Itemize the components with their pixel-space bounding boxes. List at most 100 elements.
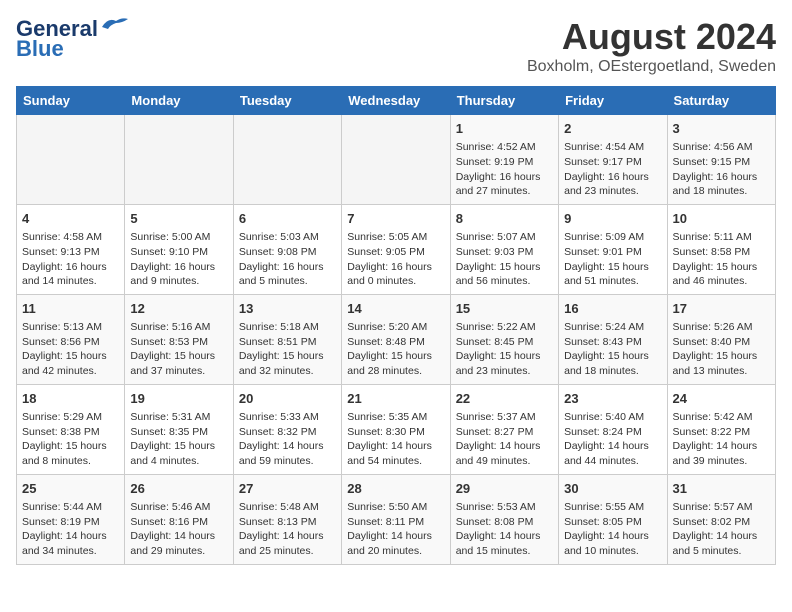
calendar-header-row: SundayMondayTuesdayWednesdayThursdayFrid… (17, 87, 776, 115)
day-info: Sunset: 8:51 PM (239, 335, 336, 350)
day-info: Sunrise: 5:16 AM (130, 320, 227, 335)
day-number: 3 (673, 120, 770, 138)
day-number: 5 (130, 210, 227, 228)
day-info: Daylight: 14 hours and 29 minutes. (130, 529, 227, 558)
day-info: Daylight: 16 hours and 23 minutes. (564, 170, 661, 199)
day-info: Sunset: 8:53 PM (130, 335, 227, 350)
day-info: Sunset: 9:08 PM (239, 245, 336, 260)
day-info: Daylight: 15 hours and 4 minutes. (130, 439, 227, 468)
header-day: Tuesday (233, 87, 341, 115)
day-info: Sunrise: 5:40 AM (564, 410, 661, 425)
day-info: Sunset: 9:13 PM (22, 245, 119, 260)
day-info: Sunrise: 5:37 AM (456, 410, 553, 425)
day-info: Sunset: 9:01 PM (564, 245, 661, 260)
title-area: August 2024 Boxholm, OEstergoetland, Swe… (527, 16, 776, 76)
day-info: Daylight: 15 hours and 46 minutes. (673, 260, 770, 289)
calendar-cell: 16 Sunrise: 5:24 AMSunset: 8:43 PMDayligh… (559, 294, 667, 384)
header-day: Sunday (17, 87, 125, 115)
calendar-week-row: 4Sunrise: 4:58 AMSunset: 9:13 PMDaylight… (17, 204, 776, 294)
day-info: Sunrise: 5:24 AM (564, 320, 661, 335)
day-info: Sunrise: 5:11 AM (673, 230, 770, 245)
calendar-cell: 27Sunrise: 5:48 AMSunset: 8:13 PMDayligh… (233, 474, 341, 564)
calendar-cell: 15Sunrise: 5:22 AMSunset: 8:45 PMDayligh… (450, 294, 558, 384)
day-info: Sunset: 8:27 PM (456, 425, 553, 440)
calendar-cell: 18 Sunrise: 5:29 AMSunset: 8:38 PMDayligh… (17, 384, 125, 474)
day-info: Daylight: 15 hours and 51 minutes. (564, 260, 661, 289)
header-day: Saturday (667, 87, 775, 115)
day-info: Daylight: 16 hours and 5 minutes. (239, 260, 336, 289)
day-info: Sunset: 8:38 PM (22, 425, 119, 440)
day-info: Sunrise: 5:57 AM (673, 500, 770, 515)
day-info: Daylight: 16 hours and 14 minutes. (22, 260, 119, 289)
day-info: Daylight: 16 hours and 27 minutes. (456, 170, 553, 199)
day-info: Sunrise: 5:03 AM (239, 230, 336, 245)
calendar-cell: 12Sunrise: 5:16 AMSunset: 8:53 PMDayligh… (125, 294, 233, 384)
day-info: Daylight: 15 hours and 13 minutes. (673, 349, 770, 378)
day-info: Sunrise: 5:29 AM (22, 410, 119, 425)
day-number: 4 (22, 210, 119, 228)
calendar-cell: 31Sunrise: 5:57 AMSunset: 8:02 PMDayligh… (667, 474, 775, 564)
calendar-cell: 29Sunrise: 5:53 AMSunset: 8:08 PMDayligh… (450, 474, 558, 564)
day-number: 7 (347, 210, 444, 228)
calendar-cell: 11Sunrise: 5:13 AMSunset: 8:56 PMDayligh… (17, 294, 125, 384)
day-number: 21 (347, 390, 444, 408)
day-number: 25 (22, 480, 119, 498)
day-number: 27 (239, 480, 336, 498)
calendar-cell: 13Sunrise: 5:18 AMSunset: 8:51 PMDayligh… (233, 294, 341, 384)
calendar-cell: 24Sunrise: 5:42 AMSunset: 8:22 PMDayligh… (667, 384, 775, 474)
day-info: Sunset: 8:32 PM (239, 425, 336, 440)
day-info: Sunset: 8:48 PM (347, 335, 444, 350)
calendar-cell (342, 115, 450, 205)
day-info: Daylight: 14 hours and 25 minutes. (239, 529, 336, 558)
day-info: Sunrise: 5:09 AM (564, 230, 661, 245)
day-info: Daylight: 15 hours and 23 minutes. (456, 349, 553, 378)
day-info: Daylight: 14 hours and 59 minutes. (239, 439, 336, 468)
calendar-cell: 6Sunrise: 5:03 AMSunset: 9:08 PMDaylight… (233, 204, 341, 294)
day-info: Sunrise: 5:20 AM (347, 320, 444, 335)
sub-title: Boxholm, OEstergoetland, Sweden (527, 58, 776, 76)
day-info: Sunset: 8:45 PM (456, 335, 553, 350)
header: General Blue August 2024 Boxholm, OEster… (16, 16, 776, 76)
day-info: Sunset: 8:35 PM (130, 425, 227, 440)
day-info: Sunset: 8:43 PM (564, 335, 661, 350)
day-number: 11 (22, 300, 119, 318)
day-number: 16 (564, 300, 661, 318)
day-info: Daylight: 14 hours and 5 minutes. (673, 529, 770, 558)
day-info: Daylight: 15 hours and 18 minutes. (564, 349, 661, 378)
header-day: Friday (559, 87, 667, 115)
calendar-cell: 28Sunrise: 5:50 AMSunset: 8:11 PMDayligh… (342, 474, 450, 564)
day-info: Sunrise: 5:07 AM (456, 230, 553, 245)
day-number: 31 (673, 480, 770, 498)
day-number: 9 (564, 210, 661, 228)
calendar-cell: 5Sunrise: 5:00 AMSunset: 9:10 PMDaylight… (125, 204, 233, 294)
day-number: 18 (22, 390, 119, 408)
day-info: Sunset: 9:17 PM (564, 155, 661, 170)
calendar-cell: 25Sunrise: 5:44 AMSunset: 8:19 PMDayligh… (17, 474, 125, 564)
calendar-cell: 23Sunrise: 5:40 AMSunset: 8:24 PMDayligh… (559, 384, 667, 474)
calendar-week-row: 25Sunrise: 5:44 AMSunset: 8:19 PMDayligh… (17, 474, 776, 564)
day-info: Daylight: 14 hours and 20 minutes. (347, 529, 444, 558)
day-number: 8 (456, 210, 553, 228)
day-info: Sunset: 9:10 PM (130, 245, 227, 260)
day-info: Sunset: 8:24 PM (564, 425, 661, 440)
day-info: Daylight: 15 hours and 37 minutes. (130, 349, 227, 378)
day-info: Daylight: 16 hours and 9 minutes. (130, 260, 227, 289)
day-info: Sunset: 8:56 PM (22, 335, 119, 350)
calendar-cell: 9 Sunrise: 5:09 AMSunset: 9:01 PMDaylight… (559, 204, 667, 294)
day-info: Daylight: 15 hours and 8 minutes. (22, 439, 119, 468)
day-info: Sunrise: 5:22 AM (456, 320, 553, 335)
day-info: Sunrise: 5:05 AM (347, 230, 444, 245)
day-info: Sunset: 8:19 PM (22, 515, 119, 530)
calendar-cell: 30Sunrise: 5:55 AMSunset: 8:05 PMDayligh… (559, 474, 667, 564)
logo: General Blue (16, 16, 130, 62)
day-number: 28 (347, 480, 444, 498)
day-info: Sunset: 8:16 PM (130, 515, 227, 530)
day-info: Sunset: 9:19 PM (456, 155, 553, 170)
day-number: 13 (239, 300, 336, 318)
logo-blue: Blue (16, 36, 64, 62)
logo-bird-icon (100, 15, 130, 35)
calendar-cell (125, 115, 233, 205)
calendar-cell: 3Sunrise: 4:56 AMSunset: 9:15 PMDaylight… (667, 115, 775, 205)
day-number: 19 (130, 390, 227, 408)
day-info: Sunset: 8:11 PM (347, 515, 444, 530)
